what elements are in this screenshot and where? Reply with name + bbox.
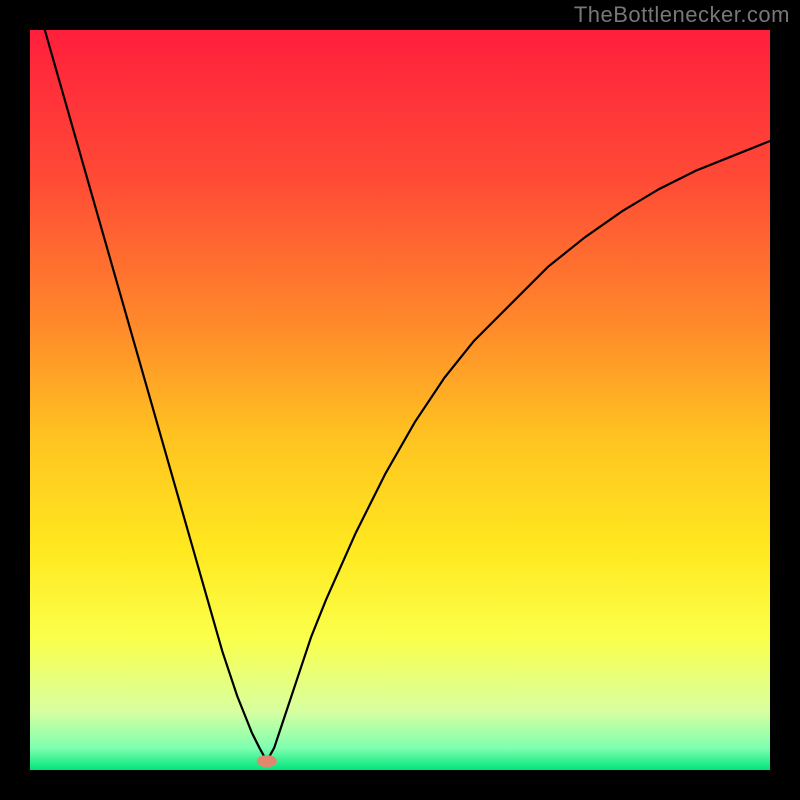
background-gradient: [30, 30, 770, 770]
chart-svg: [30, 30, 770, 770]
chart-container: TheBottlenecker.com: [0, 0, 800, 800]
plot-area: [30, 30, 770, 770]
optimum-marker: [257, 755, 277, 767]
watermark-text: TheBottlenecker.com: [574, 2, 790, 28]
